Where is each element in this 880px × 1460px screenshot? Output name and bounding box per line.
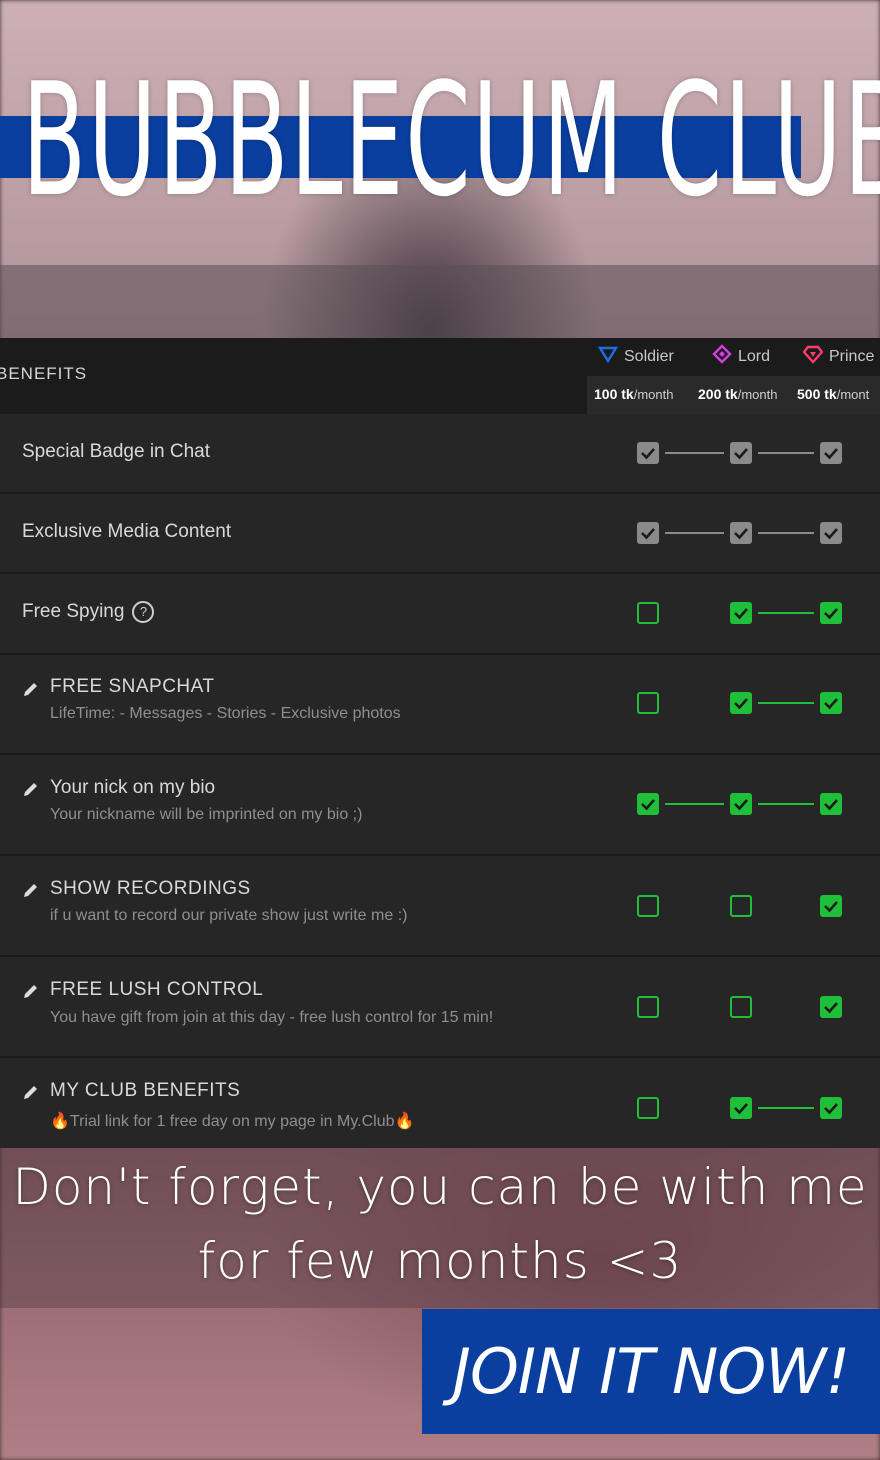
- unchecked-checkbox-lord[interactable]: [730, 996, 752, 1018]
- tier-connector-line: [758, 803, 814, 805]
- checked-checkbox-prince[interactable]: [820, 442, 842, 464]
- slogan-line-2: for few months <3: [197, 1232, 683, 1290]
- tier-connector-line: [665, 803, 724, 805]
- help-icon[interactable]: ?: [132, 601, 155, 623]
- slogan-line-1: Don't forget, you can be with me: [12, 1158, 868, 1216]
- benefits-table: BENEFITS Soldier Lord Prince 100 tk/mont…: [0, 338, 880, 1148]
- tier-prince[interactable]: Prince: [802, 344, 875, 369]
- row-subtitle: Your nickname will be imprinted on my bi…: [50, 806, 363, 823]
- price-value: 200 tk: [698, 386, 738, 402]
- row-subtitle: if u want to record our private show jus…: [50, 907, 408, 924]
- row-title: FREE LUSH CONTROL: [50, 979, 264, 1000]
- tier-name: Soldier: [624, 347, 674, 365]
- checked-checkbox-prince[interactable]: [820, 996, 842, 1018]
- price-unit: /mont: [836, 387, 870, 402]
- tier-connector-line: [758, 612, 814, 614]
- tier-connector-line: [758, 452, 814, 454]
- prince-gem-icon: [802, 344, 824, 369]
- tier-connector-line: [665, 452, 724, 454]
- price-value: 100 tk: [594, 386, 634, 402]
- price-value: 500 tk: [797, 386, 837, 402]
- tier-price-lord: 200 tk/month: [698, 386, 777, 402]
- soldier-triangle-icon: [597, 344, 619, 369]
- checked-checkbox-lord[interactable]: [730, 793, 752, 815]
- pencil-icon[interactable]: [22, 680, 40, 698]
- pencil-icon[interactable]: [22, 982, 40, 1000]
- row-title: SHOW RECORDINGS: [50, 878, 251, 899]
- row-title: Exclusive Media Content: [22, 521, 232, 542]
- checked-checkbox-prince[interactable]: [820, 602, 842, 624]
- table-row: Exclusive Media Content: [0, 494, 880, 574]
- checked-checkbox-lord[interactable]: [730, 442, 752, 464]
- table-row: Free Spying?: [0, 574, 880, 655]
- join-now-button[interactable]: JOIN IT NOW!: [422, 1309, 880, 1434]
- checked-checkbox-lord[interactable]: [730, 602, 752, 624]
- pencil-icon[interactable]: [22, 1083, 40, 1101]
- pencil-icon[interactable]: [22, 881, 40, 899]
- table-row: FREE SNAPCHAT LifeTime: - Messages - Sto…: [0, 655, 880, 755]
- checked-checkbox-lord[interactable]: [730, 522, 752, 544]
- table-row: Your nick on my bio Your nickname will b…: [0, 755, 880, 856]
- tier-lord[interactable]: Lord: [712, 344, 770, 369]
- tier-soldier[interactable]: Soldier: [597, 344, 674, 369]
- price-unit: /month: [633, 387, 674, 402]
- table-header: BENEFITS Soldier Lord Prince 100 tk/mont…: [0, 338, 880, 414]
- tier-price-prince: 500 tk/mont: [797, 386, 869, 402]
- table-row: MY CLUB BENEFITS 🔥Trial link for 1 free …: [0, 1058, 880, 1148]
- row-title: FREE SNAPCHAT: [50, 676, 215, 697]
- row-title: Free Spying?: [22, 601, 155, 623]
- slogan-text: Don't forget, you can be with me for few…: [0, 1148, 880, 1298]
- checked-checkbox-soldier[interactable]: [637, 442, 659, 464]
- row-subtitle: LifeTime: - Messages - Stories - Exclusi…: [50, 705, 401, 722]
- tier-price-soldier: 100 tk/month: [594, 386, 673, 402]
- tier-connector-line: [758, 1107, 814, 1109]
- unchecked-checkbox-lord[interactable]: [730, 895, 752, 917]
- unchecked-checkbox-soldier[interactable]: [637, 895, 659, 917]
- row-subtitle: 🔥Trial link for 1 free day on my page in…: [50, 1113, 415, 1130]
- tier-name: Lord: [738, 347, 771, 365]
- dim-band: [0, 265, 880, 340]
- unchecked-checkbox-soldier[interactable]: [637, 1097, 659, 1119]
- club-title: BUBBLECUM CLUB: [22, 49, 880, 231]
- tier-connector-line: [758, 532, 814, 534]
- row-title: Special Badge in Chat: [22, 441, 211, 462]
- tier-name: Prince: [829, 347, 875, 365]
- checked-checkbox-prince[interactable]: [820, 895, 842, 917]
- checked-checkbox-prince[interactable]: [820, 692, 842, 714]
- unchecked-checkbox-soldier[interactable]: [637, 996, 659, 1018]
- lord-diamond-icon: [712, 344, 732, 369]
- row-title-text: Free Spying: [22, 601, 125, 623]
- checked-checkbox-prince[interactable]: [820, 522, 842, 544]
- benefits-column-label: BENEFITS: [0, 364, 88, 383]
- table-row: Special Badge in Chat: [0, 414, 880, 494]
- row-title: Your nick on my bio: [50, 777, 216, 798]
- tier-connector-line: [665, 532, 724, 534]
- checked-checkbox-soldier[interactable]: [637, 522, 659, 544]
- tier-connector-line: [758, 702, 814, 704]
- checked-checkbox-prince[interactable]: [820, 1097, 842, 1119]
- unchecked-checkbox-soldier[interactable]: [637, 692, 659, 714]
- unchecked-checkbox-soldier[interactable]: [637, 602, 659, 624]
- checked-checkbox-prince[interactable]: [820, 793, 842, 815]
- price-unit: /month: [737, 387, 778, 402]
- table-row: SHOW RECORDINGS if u want to record our …: [0, 856, 880, 957]
- table-row: FREE LUSH CONTROL You have gift from joi…: [0, 957, 880, 1058]
- row-title: MY CLUB BENEFITS: [50, 1080, 241, 1101]
- row-subtitle: You have gift from join at this day - fr…: [50, 1009, 494, 1026]
- checked-checkbox-lord[interactable]: [730, 1097, 752, 1119]
- checked-checkbox-lord[interactable]: [730, 692, 752, 714]
- pencil-icon[interactable]: [22, 780, 40, 798]
- checked-checkbox-soldier[interactable]: [637, 793, 659, 815]
